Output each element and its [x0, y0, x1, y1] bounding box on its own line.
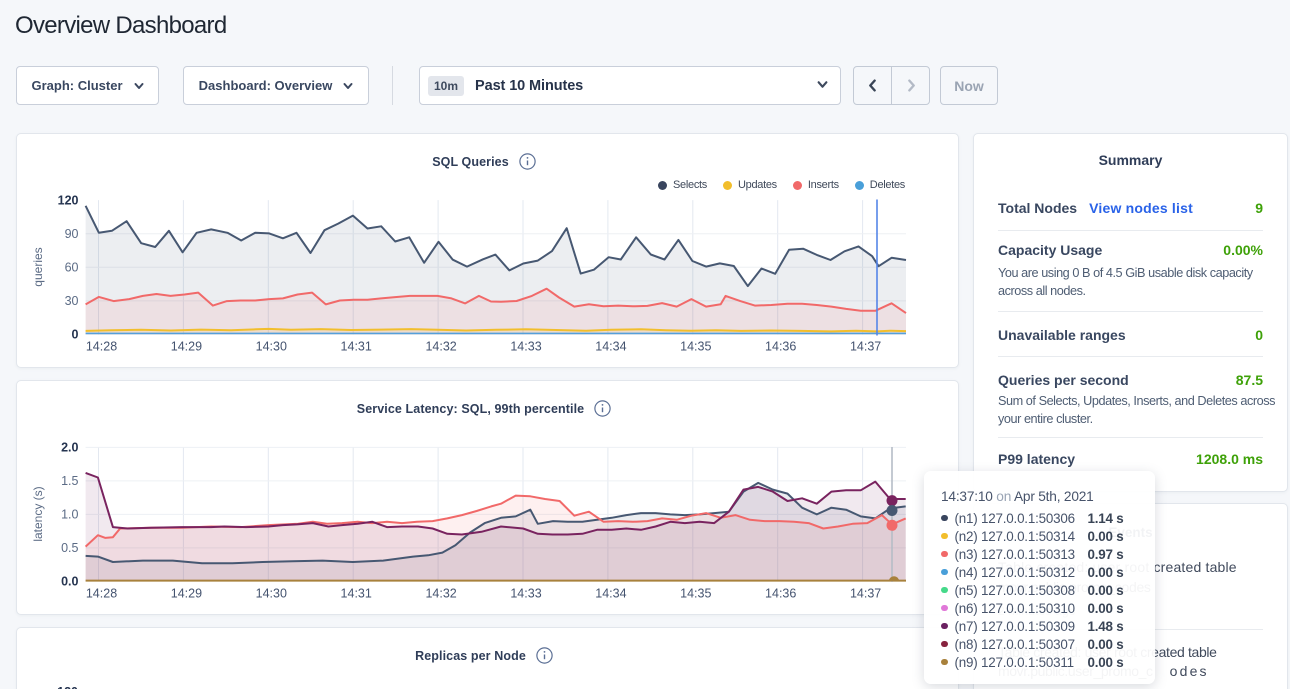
- svg-text:0.0: 0.0: [61, 575, 78, 589]
- svg-text:14:36: 14:36: [765, 586, 796, 600]
- svg-text:queries: queries: [31, 247, 45, 286]
- svg-text:14:28: 14:28: [86, 586, 117, 600]
- svg-text:14:34: 14:34: [595, 339, 626, 353]
- svg-text:14:29: 14:29: [171, 586, 202, 600]
- svg-text:14:32: 14:32: [425, 339, 456, 353]
- svg-text:14:35: 14:35: [680, 586, 711, 600]
- svg-text:14:34: 14:34: [595, 586, 626, 600]
- svg-text:90: 90: [65, 227, 79, 241]
- svg-text:14:32: 14:32: [425, 586, 456, 600]
- svg-text:14:31: 14:31: [341, 339, 372, 353]
- svg-text:14:33: 14:33: [510, 586, 541, 600]
- svg-text:14:37: 14:37: [850, 586, 881, 600]
- svg-text:14:29: 14:29: [171, 339, 202, 353]
- svg-text:14:36: 14:36: [765, 339, 796, 353]
- svg-text:14:28: 14:28: [86, 339, 117, 353]
- svg-text:14:37: 14:37: [850, 339, 881, 353]
- svg-text:14:30: 14:30: [256, 339, 287, 353]
- svg-text:60: 60: [65, 261, 79, 275]
- svg-text:0.5: 0.5: [61, 541, 78, 555]
- svg-text:2.0: 2.0: [61, 441, 78, 455]
- svg-text:1.5: 1.5: [61, 474, 78, 488]
- svg-text:0: 0: [72, 328, 79, 342]
- svg-text:14:35: 14:35: [680, 339, 711, 353]
- svg-text:30: 30: [65, 294, 79, 308]
- svg-text:14:33: 14:33: [510, 339, 541, 353]
- svg-text:14:31: 14:31: [341, 586, 372, 600]
- svg-text:1.0: 1.0: [61, 508, 78, 522]
- svg-text:120: 120: [58, 193, 79, 207]
- svg-text:latency (s): latency (s): [31, 486, 45, 541]
- svg-text:14:30: 14:30: [256, 586, 287, 600]
